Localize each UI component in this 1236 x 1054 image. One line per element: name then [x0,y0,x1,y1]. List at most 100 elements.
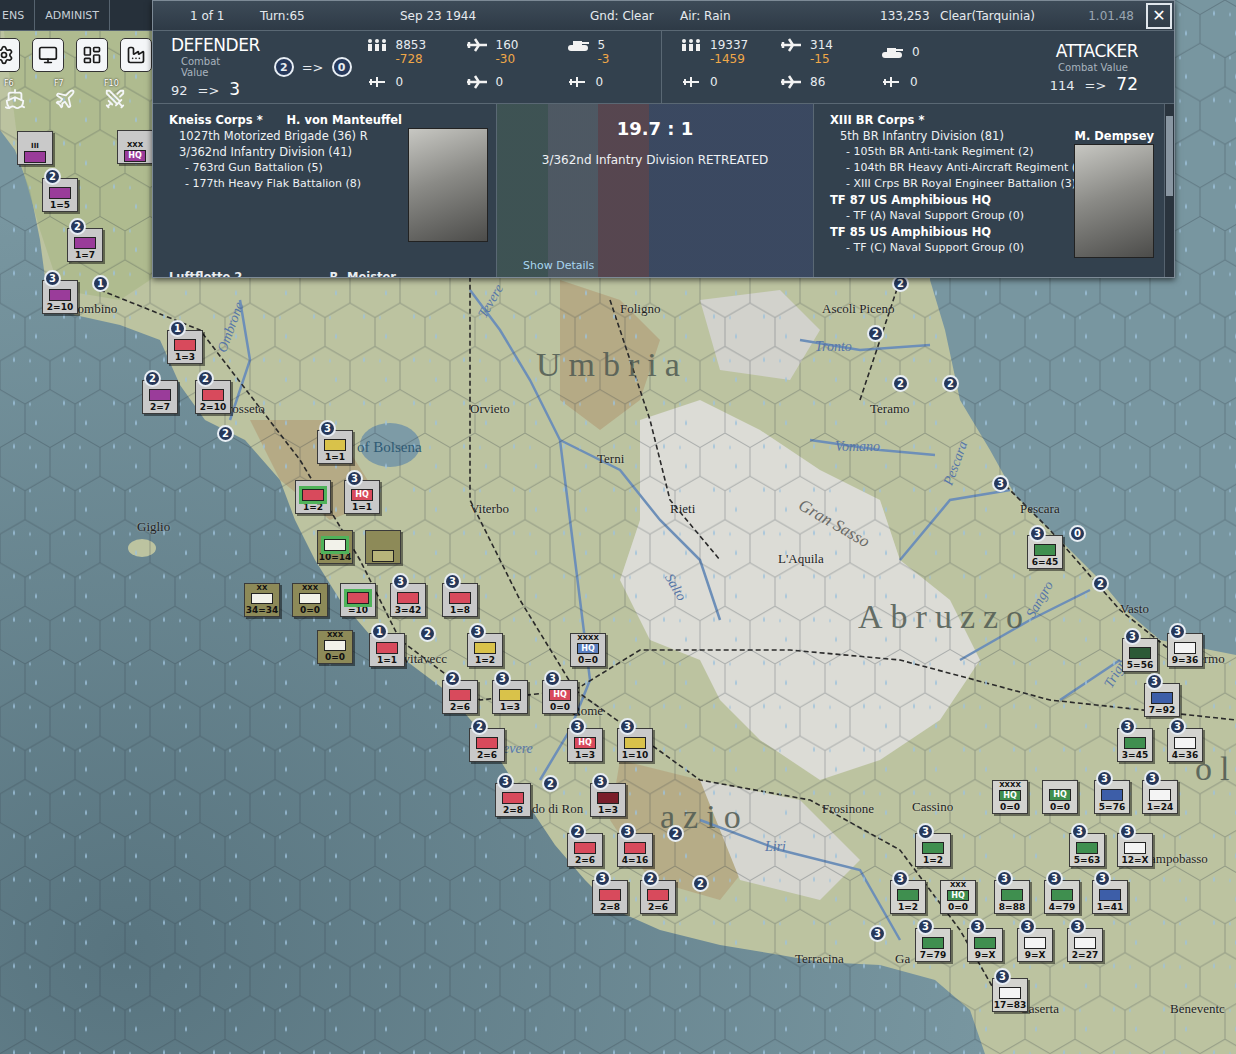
unit-counter[interactable]: 312=X [1117,833,1153,867]
unit-counter[interactable]: 11=1 [369,633,405,667]
supply-marker[interactable]: 2 [542,775,559,792]
unit-counter[interactable]: 21=5 [42,178,78,212]
unit-line[interactable]: XIII BR Corps * [830,112,1068,128]
unit-counter[interactable]: XXXHQ [117,130,153,164]
date: Sep 23 1944 [400,9,590,23]
unit-counter[interactable]: 22=6 [442,680,478,714]
unit-counter[interactable]: 32=8 [592,880,628,914]
unit-counter[interactable]: 35=63 [1069,833,1105,867]
unit-line[interactable]: 3/362nd Infantry Division (41) [169,144,402,160]
unit-counter[interactable]: 22=6 [640,880,676,914]
unit-line[interactable]: TF 85 US Amphibious HQ [830,224,1068,240]
unit-counter[interactable]: 36=45 [1027,535,1063,569]
unit-line[interactable]: - 763rd Gun Battalion (5) [169,160,402,176]
unit-counter[interactable]: 35=56 [1122,638,1158,672]
unit-counter[interactable]: 32=10 [42,280,78,314]
unit-line[interactable]: - TF (C) Naval Support Group (0) [830,240,1068,256]
unit-counter[interactable]: 22=7 [142,380,178,414]
key-button[interactable]: F7 [54,79,94,110]
unit-counter[interactable]: 31=2 [915,833,951,867]
supply-marker[interactable]: 1 [92,275,109,292]
tool-button[interactable] [76,38,108,72]
unit-line[interactable]: - TF (A) Naval Support Group (0) [830,208,1068,224]
unit-counter[interactable]: XXX0=0 [292,583,328,617]
unit-line[interactable]: - 105th BR Anti-tank Regiment (2) [830,144,1068,160]
unit-counter[interactable]: 11=3 [167,330,203,364]
unit-counter[interactable]: XXXHQ0=0 [940,880,976,914]
unit-counter[interactable]: 3HQ1=1 [344,480,380,514]
unit-counter[interactable]: XX34=34 [244,583,280,617]
unit-counter[interactable]: 32=8 [495,783,531,817]
key-button[interactable]: F10 [104,79,144,110]
supply-marker[interactable]: 2 [942,375,959,392]
unit-counter[interactable]: 3HQ0=0 [542,680,578,714]
unit-counter[interactable] [365,530,401,564]
supply-marker[interactable]: 2 [419,625,436,642]
unit-counter[interactable]: 22=6 [567,833,603,867]
unit-line[interactable]: 5th BR Infantry Division (81) [830,128,1068,144]
supply-marker[interactable]: 3 [992,475,1009,492]
unit-counter[interactable]: 1=2 [295,480,331,514]
scrollbar[interactable] [1164,104,1174,277]
unit-counter[interactable]: 33=45 [1117,728,1153,762]
unit-counter[interactable]: XXX0=0 [317,630,353,664]
unit-counter[interactable]: 31=8 [442,583,478,617]
unit-counter[interactable]: 22=6 [469,728,505,762]
unit-counter[interactable]: 34=79 [1044,880,1080,914]
unit-counter[interactable]: 22=10 [195,380,231,414]
tool-button[interactable] [0,38,20,72]
unit-counter[interactable]: 32=27 [1067,928,1103,962]
unit-counter[interactable]: 3HQ1=3 [567,728,603,762]
unit-counter[interactable]: 31=3 [590,783,626,817]
unit-line[interactable]: 1027th Motorized Brigade (36) R [169,128,402,144]
supply-marker[interactable]: 3 [869,925,886,942]
unit-counter[interactable]: XXXXHQ0=0 [570,633,606,667]
unit-counter[interactable]: 37=92 [1144,683,1180,717]
supply-marker[interactable]: 2 [217,425,234,442]
unit-line[interactable]: - 177th Heavy Flak Battalion (8) [169,176,402,192]
unit-counter[interactable]: 38=88 [994,880,1030,914]
unit-line[interactable]: TF 87 US Amphibious HQ [830,192,1068,208]
unit-counter[interactable]: 31=3 [492,680,528,714]
scrollbar-thumb[interactable] [1166,116,1173,196]
unit-counter[interactable]: 31=2 [467,633,503,667]
unit-counter[interactable]: 31=2 [890,880,926,914]
unit-counter[interactable]: 34=16 [617,833,653,867]
combat-report: 1 of 1Turn:65Sep 23 1944Gnd: ClearAir: R… [152,0,1175,278]
unit-counter[interactable]: 33=42 [390,583,426,617]
unit-counter[interactable]: 39=X [1017,928,1053,962]
unit-counter[interactable]: 35=76 [1094,780,1130,814]
unit-counter[interactable]: 317=83 [992,978,1028,1012]
unit-counter[interactable]: HQ0=0 [1042,780,1078,814]
unit-line[interactable]: - XIII Crps BR Royal Engineer Battalion … [830,176,1068,192]
unit-counter[interactable]: III [17,131,53,165]
unit-counter[interactable]: =10 [340,583,376,617]
supply-marker[interactable]: 2 [692,875,709,892]
unit-line[interactable]: - 104th BR Heavy Anti-Aircraft Regiment … [830,160,1068,176]
unit-counter[interactable]: 31=24 [1142,780,1178,814]
unit-counter[interactable]: 37=79 [915,928,951,962]
key-button[interactable]: F6 [4,79,44,110]
unit-counter[interactable]: 31=10 [617,728,653,762]
close-button[interactable]: ✕ [1146,3,1172,29]
tool-button[interactable] [120,38,152,72]
unit-counter[interactable]: XXXXHQ0=0 [992,780,1028,814]
supply-marker[interactable]: 2 [667,825,684,842]
unit-counter[interactable]: 21=7 [67,228,103,262]
supply-marker[interactable]: 0 [1069,525,1086,542]
show-details-link[interactable]: Show Details [523,259,594,272]
tab[interactable]: ENS [0,0,35,30]
supply-marker[interactable]: 2 [1092,575,1109,592]
tool-button[interactable] [32,38,64,72]
unit-counter[interactable]: 10=14 [317,530,353,564]
unit-line[interactable]: Kneiss Corps * [169,112,263,128]
unit-counter[interactable]: 34=36 [1167,728,1203,762]
supply-marker[interactable]: 2 [892,375,909,392]
city-label: Beneventc [1170,1002,1225,1015]
unit-counter[interactable]: 39=36 [1167,633,1203,667]
unit-counter[interactable]: 31=1 [317,430,353,464]
tab[interactable]: ADMINIST [35,0,110,30]
supply-marker[interactable]: 2 [867,325,884,342]
unit-counter[interactable]: 39=X [967,928,1003,962]
unit-counter[interactable]: 31=41 [1092,880,1128,914]
